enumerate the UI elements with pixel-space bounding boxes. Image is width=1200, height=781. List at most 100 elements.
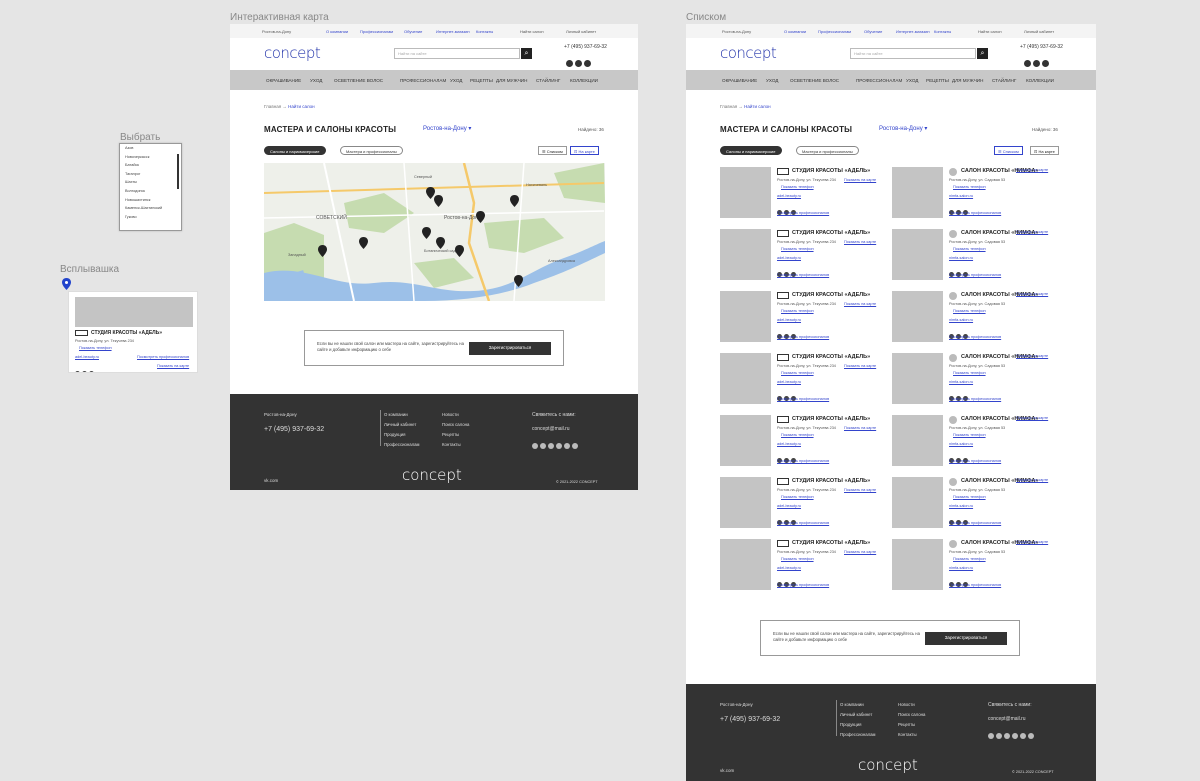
city-select-list[interactable]: Азов Новочеркасск Батайск Таганрог Шахты… (119, 143, 182, 231)
footer-link[interactable]: Профессионалам (384, 442, 420, 447)
city-select[interactable]: Ростов-на-Дону ▾ (879, 125, 927, 132)
topbar-link-pro[interactable]: Профессионалам (818, 29, 851, 34)
salon-site-link[interactable]: adel-beauty.ru (777, 566, 801, 570)
footer-link[interactable]: Продукция (384, 432, 406, 437)
view-pros-link[interactable]: Посмотреть профессионалов (949, 211, 1001, 215)
tab-salons[interactable]: Салоны и парикмахерские (264, 146, 326, 155)
salon-site-link[interactable]: nimfa-salon.ru (949, 318, 973, 322)
scrollbar[interactable] (177, 154, 179, 189)
salon-site-link[interactable]: adel-beauty.ru (777, 194, 801, 198)
vk-icon[interactable] (89, 371, 94, 372)
salon-name[interactable]: СТУДИЯ КРАСОТЫ «АДЕЛЬ» (792, 292, 870, 298)
show-phone-link[interactable]: Показать телефон (781, 185, 814, 189)
nav-item[interactable]: Осветление волос (790, 78, 839, 83)
show-on-map-link[interactable]: Показать на карте (1016, 354, 1048, 358)
instagram-icon[interactable] (75, 371, 80, 372)
nav-item[interactable]: Коллекции (570, 78, 598, 83)
salon-photo[interactable] (892, 291, 943, 342)
salon-name[interactable]: СТУДИЯ КРАСОТЫ «АДЕЛЬ» (792, 540, 870, 546)
footer-link[interactable]: Поиск салона (898, 712, 925, 717)
salon-photo[interactable] (892, 353, 943, 404)
map-pin-icon[interactable] (434, 195, 443, 207)
footer-link[interactable]: Контакты (898, 732, 917, 737)
vk-icon[interactable] (572, 443, 578, 449)
view-pros-link[interactable]: Посмотреть профессионалов (949, 273, 1001, 277)
view-pros-link[interactable]: Посмотреть профессионалов (777, 521, 829, 525)
nav-item[interactable]: Уход (766, 78, 778, 83)
view-pros-link[interactable]: Посмотреть профессионалов (777, 397, 829, 401)
salon-photo[interactable] (720, 477, 771, 528)
salon-photo[interactable] (892, 415, 943, 466)
map-pin-icon[interactable] (359, 237, 368, 249)
salon-photo[interactable] (892, 477, 943, 528)
topbar-find-salon[interactable]: Найти салон (978, 29, 1002, 34)
footer-logo[interactable]: concept (858, 756, 918, 774)
footer-phone[interactable]: +7 (495) 937-69-32 (264, 426, 324, 433)
city-select[interactable]: Ростов-на-Дону ▾ (423, 125, 471, 132)
user-icon[interactable] (566, 60, 573, 67)
show-on-map-link[interactable]: Показать на карте (1016, 540, 1048, 544)
whatsapp-icon[interactable] (556, 443, 562, 449)
show-on-map-link[interactable]: Показать на карте (844, 178, 876, 182)
nav-item[interactable]: Рецепты (926, 78, 949, 83)
youtube-icon[interactable] (1020, 733, 1026, 739)
topbar-link-company[interactable]: О компании (784, 29, 806, 34)
footer-vk[interactable]: vk.com (264, 478, 278, 483)
facebook-icon[interactable] (548, 443, 554, 449)
topbar-link-edu[interactable]: Обучение (404, 29, 422, 34)
show-on-map-link[interactable]: Показать на карте (844, 426, 876, 430)
salon-site-link[interactable]: adel-beauty.ru (777, 442, 801, 446)
view-pros-link[interactable]: Посмотреть профессионалов (777, 583, 829, 587)
footer-link[interactable]: Новости (898, 702, 915, 707)
search-input[interactable]: Найти на сайте (394, 48, 520, 59)
salon-photo[interactable] (720, 291, 771, 342)
nav-item[interactable]: Стайлинг (992, 78, 1016, 83)
show-phone-link[interactable]: Показать телефон (953, 185, 986, 189)
facebook-icon[interactable] (82, 371, 87, 372)
view-pros-link[interactable]: Посмотреть профессионалов (949, 397, 1001, 401)
vk-icon[interactable] (1028, 733, 1034, 739)
user-icon[interactable] (1024, 60, 1031, 67)
show-on-map-link[interactable]: Показать на карте (1016, 416, 1048, 420)
nav-item[interactable]: Окрашивание (722, 78, 757, 83)
salon-name[interactable]: СТУДИЯ КРАСОТЫ «АДЕЛЬ» (792, 354, 870, 360)
nav-item[interactable]: Для мужчин (952, 78, 983, 83)
show-on-map-link[interactable]: Показать на карте (844, 302, 876, 306)
whatsapp-icon[interactable] (1012, 733, 1018, 739)
nav-item[interactable]: Окрашивание (266, 78, 301, 83)
nav-item[interactable]: Уход (310, 78, 322, 83)
telegram-icon[interactable] (996, 733, 1002, 739)
salon-photo[interactable] (720, 167, 771, 218)
salon-site-link[interactable]: nimfa-salon.ru (949, 442, 973, 446)
show-on-map-link[interactable]: Показать на карте (1016, 230, 1048, 234)
city-map[interactable]: СОВЕТСКИЙ Ростов-на-Дону Нахичевань Запа… (264, 163, 605, 301)
map-pin-icon[interactable] (476, 211, 485, 223)
breadcrumb-home[interactable]: Главная (720, 104, 737, 109)
salon-site-link[interactable]: nimfa-salon.ru (949, 380, 973, 384)
search-input[interactable]: Найти на сайте (850, 48, 976, 59)
footer-link[interactable]: Личный кабинет (384, 422, 416, 427)
show-phone-link[interactable]: Показать телефон (953, 371, 986, 375)
show-phone-link[interactable]: Показать телефон (781, 495, 814, 499)
topbar-link-contacts[interactable]: Контакты (934, 29, 951, 34)
footer-vk[interactable]: vk.com (720, 768, 734, 773)
show-phone-link[interactable]: Показать телефон (953, 433, 986, 437)
show-phone-link[interactable]: Показать телефон (953, 309, 986, 313)
logo[interactable]: concept (264, 44, 321, 62)
instagram-icon[interactable] (988, 733, 994, 739)
nav-item[interactable]: Профессионалам (856, 78, 902, 83)
topbar-account[interactable]: Личный кабинет (566, 29, 596, 34)
salon-site-link[interactable]: adel-beauty.ru (777, 256, 801, 260)
salon-name[interactable]: СТУДИЯ КРАСОТЫ «АДЕЛЬ» (792, 416, 870, 422)
show-phone-link[interactable]: Показать телефон (781, 557, 814, 561)
view-pros-link[interactable]: Посмотреть профессионалов (777, 273, 829, 277)
footer-link[interactable]: Продукция (840, 722, 862, 727)
youtube-icon[interactable] (564, 443, 570, 449)
nav-item[interactable]: Осветление волос (334, 78, 383, 83)
salon-site-link[interactable]: adel-beauty.ru (777, 318, 801, 322)
search-icon[interactable]: ⌕ (977, 48, 988, 59)
view-pros-link[interactable]: Посмотреть профессионалов (777, 459, 829, 463)
map-pin-icon[interactable] (318, 245, 327, 257)
popup-map-link[interactable]: Показать на карте (157, 364, 189, 368)
topbar-city[interactable]: Ростов-на-Дону (262, 29, 291, 34)
